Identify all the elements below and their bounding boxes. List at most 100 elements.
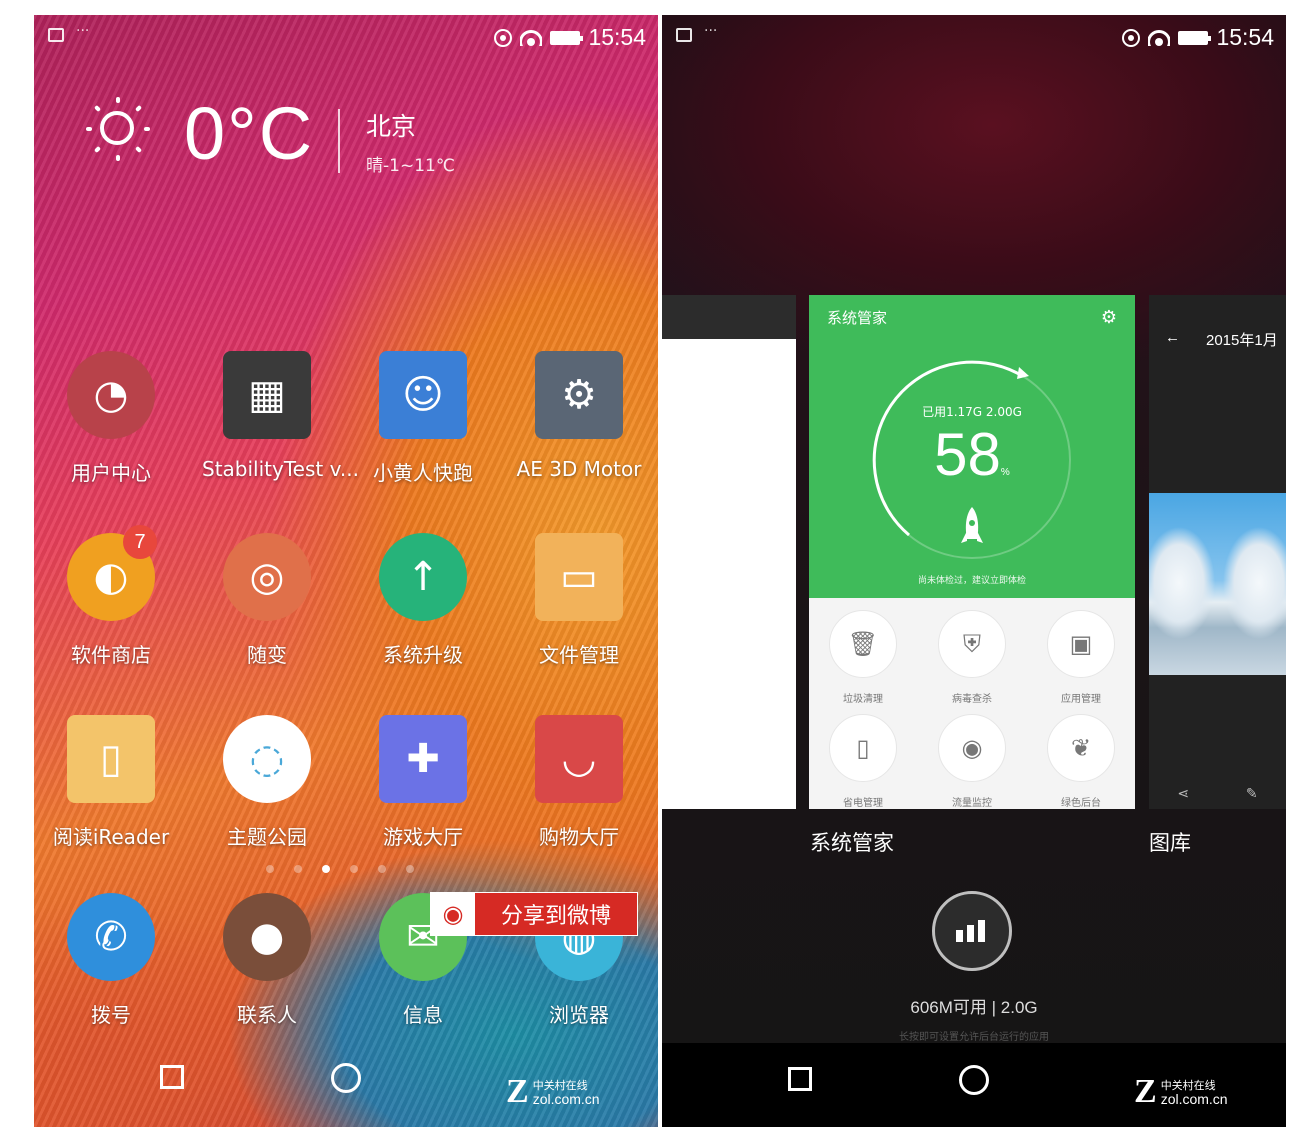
recent-card-previous[interactable] [662, 295, 796, 809]
contacts-icon: ● [223, 893, 311, 981]
user-center-icon: ◔ [67, 351, 155, 439]
eye-comfort-icon [494, 28, 513, 47]
watermark-line2: zol.com.cn [1160, 1090, 1228, 1107]
app-stability-test[interactable]: ▦ StabilityTest v... [202, 351, 359, 481]
home-button[interactable] [959, 1065, 989, 1095]
app-app-store[interactable]: ◐ 7 软件商店 [46, 525, 176, 668]
app-label: 文件管理 [539, 643, 619, 667]
traffic-icon: ◉ [938, 714, 1006, 782]
app-label: 信息 [403, 1003, 443, 1027]
tool-trash[interactable]: 🗑 垃圾清理 [809, 610, 917, 705]
app-shopping-hall[interactable]: ◡ 购物大厅 [514, 715, 644, 850]
app-file-manager[interactable]: ▭ 文件管理 [514, 533, 644, 668]
weather-temperature: 0°C [184, 92, 315, 175]
tool-traffic[interactable]: ◉ 流量监控 [918, 714, 1026, 809]
app-label: 主题公园 [227, 825, 307, 849]
share-icon[interactable]: ⋖ [1177, 786, 1189, 802]
back-arrow-icon[interactable]: ← [1165, 329, 1180, 346]
wifi-icon [1148, 29, 1171, 46]
app-chameleon[interactable]: ◎ 随变 [202, 533, 332, 668]
gear-icon[interactable]: ⚙ [1101, 307, 1117, 328]
memory-bars-icon [956, 920, 985, 942]
sunny-icon [86, 97, 150, 161]
leaf-icon: ❦ [1047, 714, 1115, 782]
page-dot-active[interactable] [322, 865, 330, 873]
image-notification-icon [48, 28, 64, 42]
tool-label: 应用管理 [1061, 694, 1101, 705]
app-game-hall[interactable]: ✚ 游戏大厅 [358, 715, 488, 850]
share-label: 分享到微博 [500, 904, 611, 929]
watermark-line2: zol.com.cn [532, 1090, 600, 1107]
trash-icon: 🗑 [829, 610, 897, 678]
chameleon-icon: ◎ [223, 533, 311, 621]
battery-icon [550, 30, 584, 45]
stability-test-icon: ▦ [223, 351, 311, 439]
weather-divider [338, 109, 340, 173]
app-ae-3d-motor[interactable]: ⚙ AE 3D Motor [514, 351, 644, 481]
page-dot[interactable] [266, 865, 274, 873]
tool-battery[interactable]: ▯ 省电管理 [809, 714, 917, 809]
app-label: AE 3D Motor [516, 457, 642, 481]
file-manager-icon: ▭ [535, 533, 623, 621]
recent-apps-screen: ··· 15:54 系统管家 ⚙ 已用1.17G 2.00G 58% 尚未体检过… [662, 15, 1286, 1127]
page-dot[interactable] [378, 865, 386, 873]
app-label: 系统升级 [383, 643, 463, 667]
tool-leaf[interactable]: ❦ 绿色后台 [1027, 714, 1135, 809]
app-label: 用户中心 [71, 461, 151, 485]
memory-hint-text: 长按即可设置允许后台运行的应用 [899, 1032, 1049, 1043]
tool-label: 病毒查杀 [952, 694, 992, 705]
android-icon: ▣ [1047, 610, 1115, 678]
app-label: 浏览器 [549, 1003, 609, 1027]
memory-clean-button[interactable] [932, 891, 1012, 971]
battery-icon [1178, 30, 1212, 45]
recents-button[interactable] [160, 1065, 184, 1089]
recent-card-gallery[interactable]: ← 2015年1月 ⋖ ✎ [1149, 295, 1286, 809]
shield-icon: ⛨ [938, 610, 1006, 678]
tool-android[interactable]: ▣ 应用管理 [1027, 610, 1135, 705]
app-theme-park[interactable]: ◌ 主题公园 [202, 715, 332, 850]
share-to-weibo-button[interactable]: ◉ 分享到微博 [430, 892, 638, 936]
image-notification-icon [676, 28, 692, 42]
recents-button[interactable] [788, 1067, 812, 1091]
gallery-photo[interactable] [1149, 493, 1286, 675]
app-label: 拨号 [91, 1003, 131, 1027]
app-label: 小黄人快跑 [373, 461, 473, 485]
status-bar: ··· 15:54 [662, 15, 1286, 59]
recent-card-system-manager[interactable]: 系统管家 ⚙ 已用1.17G 2.00G 58% 尚未体检过，建议立即体检 🗑 垃… [809, 295, 1135, 809]
status-time: 15:54 [588, 24, 646, 50]
page-indicator [266, 865, 414, 873]
zol-watermark: Z 中关村在线 zol.com.cn [1134, 1073, 1228, 1111]
phone-icon: ✆ [67, 893, 155, 981]
minion-rush-icon: ☺ [379, 351, 467, 439]
navigation-bar: Z 中关村在线 zol.com.cn [662, 1043, 1286, 1127]
system-update-icon: ↑ [379, 533, 467, 621]
rocket-icon[interactable] [957, 505, 987, 555]
ireader-icon: ▯ [67, 715, 155, 803]
app-minion-rush[interactable]: ☺ 小黄人快跑 [358, 351, 488, 486]
zol-watermark: Z 中关村在线 zol.com.cn [506, 1073, 600, 1111]
card-label-gallery: 图库 [1149, 831, 1191, 855]
app-label: 游戏大厅 [383, 825, 463, 849]
app-label: StabilityTest v... [202, 457, 359, 481]
edit-icon[interactable]: ✎ [1246, 786, 1258, 802]
app-ireader[interactable]: ▯ 阅读iReader [46, 715, 176, 850]
memory-available-text: 606M可用 | 2.0G [910, 998, 1038, 1017]
page-dot[interactable] [350, 865, 358, 873]
eye-comfort-icon [1122, 28, 1141, 47]
page-dot[interactable] [406, 865, 414, 873]
checkup-tip: 尚未体检过，建议立即体检 [917, 576, 1026, 586]
zol-logo-icon: Z [506, 1073, 529, 1110]
app-system-update[interactable]: ↑ 系统升级 [358, 533, 488, 668]
navigation-bar: Z 中关村在线 zol.com.cn [34, 1041, 658, 1127]
tool-shield[interactable]: ⛨ 病毒查杀 [918, 610, 1026, 705]
app-contacts[interactable]: ● 联系人 [202, 893, 332, 1028]
wifi-icon [520, 29, 543, 46]
notification-badge: 7 [123, 525, 157, 559]
app-user-center[interactable]: ◔ 用户中心 [46, 351, 176, 486]
page-dot[interactable] [294, 865, 302, 873]
app-phone[interactable]: ✆ 拨号 [46, 893, 176, 1028]
watermark-line1: 中关村在线 [532, 1078, 588, 1092]
home-button[interactable] [331, 1063, 361, 1093]
status-time: 15:54 [1216, 24, 1274, 50]
tool-label: 省电管理 [843, 798, 883, 809]
